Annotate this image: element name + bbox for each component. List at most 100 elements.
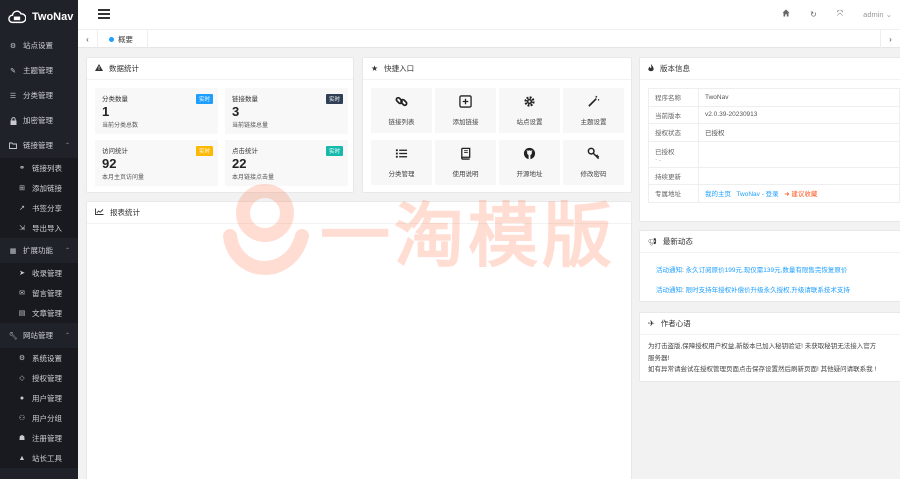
quick-label: 链接列表 [388, 119, 415, 126]
quick-entry-card: ★ 快捷入口 链接列表 添加链接 站点设置 主题设置 分类管理 使用说明 开源地… [362, 57, 632, 193]
login-link[interactable]: TwoNav - 登录 [736, 191, 778, 198]
top-header: ↻ ⤧ admin ⌄ [78, 0, 900, 30]
sidebar-item-site-admin[interactable]: 🔧︎ 网站管理 ⌃ [0, 323, 78, 348]
data-stats-card: 数据统计 分类数量 1 当前分类总数 实时 链接数量 3 当前链接总量 实时 访… [86, 57, 354, 193]
sidebar-item-label: 文章管理 [32, 308, 62, 318]
book-icon [461, 147, 471, 160]
card-header: ★ 快捷入口 [363, 58, 631, 80]
tab-scroll-left-icon[interactable]: ‹ [78, 30, 98, 48]
app-logo[interactable]: TwoNav [0, 0, 78, 33]
sidebar-item-links[interactable]: 链接管理 ⌃ [0, 133, 78, 158]
fire-icon [648, 63, 654, 74]
sidebar-item-label: 书签分享 [32, 203, 62, 213]
sidebar-item-import-export[interactable]: ⇲ 导出导入 [0, 218, 78, 238]
card-title: 数据统计 [109, 64, 139, 73]
user-icon: ● [19, 394, 25, 402]
sidebar-item-articles[interactable]: ▤ 文章管理 [0, 303, 78, 323]
card-header: 数据统计 [87, 58, 353, 80]
row-value: 已授权 [698, 123, 900, 142]
status-badge: 实时 [195, 94, 213, 104]
quick-manual-button[interactable]: 使用说明 [435, 140, 496, 185]
author-card: ✈ 作者心语 为打击盗版,保障授权用户权益,新版本已加入秘钥验证! 未获取秘钥无… [639, 312, 900, 382]
table-row: 持续更新 [648, 166, 900, 185]
sidebar-item-label: 收录管理 [32, 268, 62, 278]
quick-theme-settings-button[interactable]: 主题设置 [563, 88, 624, 133]
list-icon: ☰ [9, 92, 17, 100]
news-text: 永久订阅原价199元,现仅需139元,数量有限售完恢复原价 [685, 267, 848, 274]
quick-change-password-button[interactable]: 修改密码 [563, 140, 624, 185]
sidebar-item-label: 站点设置 [23, 41, 53, 50]
sidebar-item-label: 导出导入 [32, 223, 62, 233]
sidebar-item-webmaster-tools[interactable]: ▲ 站长工具 [0, 448, 78, 468]
sidebar-item-label: 用户管理 [32, 393, 62, 403]
sidebar-item-label: 链接列表 [32, 163, 62, 173]
sidebar-item-extensions[interactable]: ▦ 扩展功能 ⌃ [0, 238, 78, 263]
sidebar-item-label: 用户分组 [32, 413, 62, 423]
sidebar-item-encryption[interactable]: 加密管理 [0, 108, 78, 133]
link-icon [395, 96, 408, 107]
sidebar-item-users[interactable]: ● 用户管理 [0, 388, 78, 408]
sidebar-item-messages[interactable]: ✉ 留言管理 [0, 283, 78, 303]
news-item[interactable]: 活动通知: 永久订阅原价199元,现仅需139元,数量有限售完恢复原价 [656, 264, 847, 274]
quick-category-button[interactable]: 分类管理 [371, 140, 432, 185]
sidebar-item-user-groups[interactable]: ⚇ 用户分组 [0, 408, 78, 428]
news-card: 📢︎ 最新动态 活动通知: 永久订阅原价199元,现仅需139元,数量有限售完恢… [639, 230, 900, 302]
my-homepage-link[interactable]: 我的主页 [705, 191, 731, 198]
doc-icon: ▤ [18, 310, 26, 317]
wrench-icon: 🔧︎ [8, 332, 18, 340]
sidebar-item-site-settings[interactable]: ⚙ 站点设置 [0, 33, 78, 58]
sidebar-item-label: 链接管理 [23, 141, 53, 150]
news-tag: 活动通知 [656, 287, 682, 294]
table-row: 当前版本 v2.0.39-20230913 [648, 105, 900, 124]
menu-toggle-icon[interactable] [98, 9, 110, 19]
folder-icon [9, 142, 17, 150]
news-item[interactable]: 活动通知: 限时支持年授权补偿价升级永久授权,升级请联系技术支持 [656, 284, 850, 294]
sidebar-item-label: 主题管理 [23, 66, 53, 75]
tab-label: 概要 [118, 34, 133, 44]
news-text: 限时支持年授权补偿价升级永久授权,升级请联系技术支持 [685, 287, 850, 294]
header-actions: ↻ ⤧ admin ⌄ [782, 9, 892, 19]
status-badge: 实时 [325, 146, 343, 156]
warning-icon [95, 64, 103, 73]
stat-label: 访问统计 [102, 148, 128, 155]
quick-site-settings-button[interactable]: 站点设置 [499, 88, 560, 133]
quick-link-list-button[interactable]: 链接列表 [371, 88, 432, 133]
sidebar-item-registration[interactable]: ☗ 注册管理 [0, 428, 78, 448]
users-icon: ⚇ [18, 415, 26, 422]
cloud-logo-icon [8, 10, 26, 23]
tab-scroll-right-icon[interactable]: › [880, 30, 900, 48]
sidebar-item-theme[interactable]: ✎ 主题管理 [0, 58, 78, 83]
card-title: 最新动态 [662, 237, 693, 246]
version-table: 程序名称 TwoNav 当前版本 v2.0.39-20230913 授权状态 已授权 … [648, 88, 900, 203]
paperplane-icon: ➤ [19, 270, 25, 277]
quick-add-link-button[interactable]: 添加链接 [435, 88, 496, 133]
row-key-text: 已授权 [655, 148, 675, 156]
sidebar-item-link-list[interactable]: ⚭ 链接列表 [0, 158, 78, 178]
paperplane-icon: ✈ [648, 319, 655, 328]
home-icon[interactable] [782, 9, 790, 19]
sidebar: TwoNav ⚙ 站点设置 ✎ 主题管理 ☰ 分类管理 加密管理 链接管理 ⌃ … [0, 0, 78, 479]
refresh-icon[interactable]: ↻ [810, 10, 817, 19]
sidebar-item-system-settings[interactable]: ⚙ 系统设置 [0, 348, 78, 368]
bookmark-link[interactable]: ➜ 建议收藏 [784, 191, 817, 198]
row-key: 当前版本 [648, 105, 699, 124]
quick-label: 开源地址 [516, 171, 543, 178]
tab-overview[interactable]: 概要 [98, 30, 148, 48]
user-menu[interactable]: admin ⌄ [863, 10, 892, 19]
table-row: 已授权 · . [648, 140, 900, 168]
row-value [698, 166, 900, 185]
diamond-icon: ◇ [19, 375, 25, 382]
stat-card-clicks: 点击统计 22 本月链接点击量 实时 [225, 140, 348, 186]
card-title: 版本信息 [660, 64, 690, 73]
sidebar-item-submissions[interactable]: ➤ 收录管理 [0, 263, 78, 283]
sidebar-item-license[interactable]: ◇ 授权管理 [0, 368, 78, 388]
quick-source-button[interactable]: 开源地址 [499, 140, 560, 185]
fullscreen-icon[interactable]: ⤧ [837, 9, 843, 19]
sidebar-item-label: 分类管理 [23, 91, 53, 100]
lock-icon [9, 116, 17, 125]
sidebar-item-add-link[interactable]: ⊞ 添加链接 [0, 178, 78, 198]
sidebar-item-category[interactable]: ☰ 分类管理 [0, 83, 78, 108]
table-row: 授权状态 已授权 [648, 123, 900, 142]
sidebar-item-bookmark-share[interactable]: ↗ 书签分享 [0, 198, 78, 218]
magic-wand-icon [588, 95, 600, 107]
